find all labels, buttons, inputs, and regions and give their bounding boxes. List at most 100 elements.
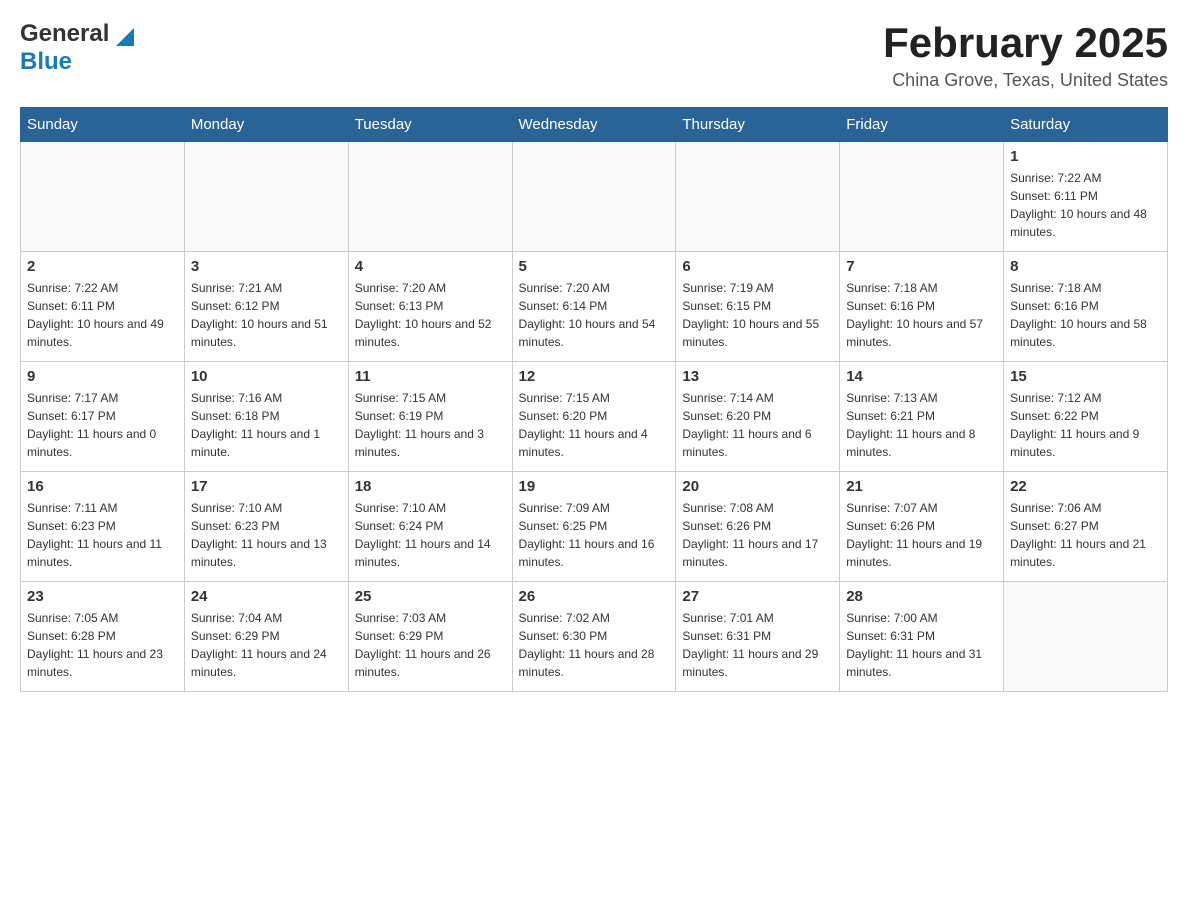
day-number: 3 xyxy=(191,258,342,275)
calendar-week-row: 2 Sunrise: 7:22 AMSunset: 6:11 PMDaylight… xyxy=(21,252,1168,362)
day-of-week-header: Tuesday xyxy=(348,108,512,142)
calendar-cell: 15 Sunrise: 7:12 AMSunset: 6:22 PMDayligh… xyxy=(1004,362,1168,472)
day-of-week-header: Wednesday xyxy=(512,108,676,142)
day-number: 11 xyxy=(355,368,506,385)
day-sun-info: Sunrise: 7:15 AMSunset: 6:20 PMDaylight:… xyxy=(519,389,670,461)
day-number: 23 xyxy=(27,588,178,605)
day-of-week-header: Friday xyxy=(840,108,1004,142)
logo-triangle-icon xyxy=(116,28,134,46)
day-number: 8 xyxy=(1010,258,1161,275)
day-sun-info: Sunrise: 7:13 AMSunset: 6:21 PMDaylight:… xyxy=(846,389,997,461)
location-subtitle: China Grove, Texas, United States xyxy=(883,70,1168,91)
calendar-cell: 22 Sunrise: 7:06 AMSunset: 6:27 PMDayligh… xyxy=(1004,472,1168,582)
day-sun-info: Sunrise: 7:10 AMSunset: 6:24 PMDaylight:… xyxy=(355,499,506,571)
calendar-cell: 1Sunrise: 7:22 AMSunset: 6:11 PMDaylight… xyxy=(1004,142,1168,252)
day-sun-info: Sunrise: 7:11 AMSunset: 6:23 PMDaylight:… xyxy=(27,499,178,571)
calendar-week-row: 23 Sunrise: 7:05 AMSunset: 6:28 PMDayligh… xyxy=(21,582,1168,692)
day-sun-info: Sunrise: 7:02 AMSunset: 6:30 PMDaylight:… xyxy=(519,609,670,681)
calendar-cell: 27 Sunrise: 7:01 AMSunset: 6:31 PMDayligh… xyxy=(676,582,840,692)
day-number: 4 xyxy=(355,258,506,275)
day-sun-info: Sunrise: 7:14 AMSunset: 6:20 PMDaylight:… xyxy=(682,389,833,461)
calendar-cell: 4 Sunrise: 7:20 AMSunset: 6:13 PMDaylight… xyxy=(348,252,512,362)
day-sun-info: Sunrise: 7:19 AMSunset: 6:15 PMDaylight:… xyxy=(682,279,833,351)
day-sun-info: Sunrise: 7:01 AMSunset: 6:31 PMDaylight:… xyxy=(682,609,833,681)
day-number: 20 xyxy=(682,478,833,495)
calendar-cell: 10 Sunrise: 7:16 AMSunset: 6:18 PMDayligh… xyxy=(184,362,348,472)
day-of-week-header: Sunday xyxy=(21,108,185,142)
day-sun-info: Sunrise: 7:20 AMSunset: 6:13 PMDaylight:… xyxy=(355,279,506,351)
day-sun-info: Sunrise: 7:04 AMSunset: 6:29 PMDaylight:… xyxy=(191,609,342,681)
calendar-cell: 3 Sunrise: 7:21 AMSunset: 6:12 PMDaylight… xyxy=(184,252,348,362)
logo-general-text: General xyxy=(20,20,109,47)
calendar-cell xyxy=(676,142,840,252)
day-sun-info: Sunrise: 7:21 AMSunset: 6:12 PMDaylight:… xyxy=(191,279,342,351)
calendar-header-row: SundayMondayTuesdayWednesdayThursdayFrid… xyxy=(21,108,1168,142)
day-number: 24 xyxy=(191,588,342,605)
day-number: 2 xyxy=(27,258,178,275)
calendar-cell: 12 Sunrise: 7:15 AMSunset: 6:20 PMDayligh… xyxy=(512,362,676,472)
day-sun-info: Sunrise: 7:00 AMSunset: 6:31 PMDaylight:… xyxy=(846,609,997,681)
calendar-cell: 28 Sunrise: 7:00 AMSunset: 6:31 PMDayligh… xyxy=(840,582,1004,692)
day-number: 17 xyxy=(191,478,342,495)
logo-blue-text: Blue xyxy=(20,48,72,75)
calendar-cell: 8 Sunrise: 7:18 AMSunset: 6:16 PMDaylight… xyxy=(1004,252,1168,362)
day-number: 12 xyxy=(519,368,670,385)
day-sun-info: Sunrise: 7:20 AMSunset: 6:14 PMDaylight:… xyxy=(519,279,670,351)
day-number: 5 xyxy=(519,258,670,275)
day-number: 9 xyxy=(27,368,178,385)
calendar-week-row: 1Sunrise: 7:22 AMSunset: 6:11 PMDaylight… xyxy=(21,142,1168,252)
day-number: 28 xyxy=(846,588,997,605)
day-number: 6 xyxy=(682,258,833,275)
calendar-cell: 17 Sunrise: 7:10 AMSunset: 6:23 PMDayligh… xyxy=(184,472,348,582)
calendar-cell: 7 Sunrise: 7:18 AMSunset: 6:16 PMDaylight… xyxy=(840,252,1004,362)
calendar-cell: 18 Sunrise: 7:10 AMSunset: 6:24 PMDayligh… xyxy=(348,472,512,582)
day-number: 13 xyxy=(682,368,833,385)
day-sun-info: Sunrise: 7:18 AMSunset: 6:16 PMDaylight:… xyxy=(846,279,997,351)
calendar-cell: 16 Sunrise: 7:11 AMSunset: 6:23 PMDayligh… xyxy=(21,472,185,582)
day-sun-info: Sunrise: 7:22 AMSunset: 6:11 PMDaylight:… xyxy=(27,279,178,351)
day-number: 10 xyxy=(191,368,342,385)
calendar-week-row: 9 Sunrise: 7:17 AMSunset: 6:17 PMDaylight… xyxy=(21,362,1168,472)
day-sun-info: Sunrise: 7:06 AMSunset: 6:27 PMDaylight:… xyxy=(1010,499,1161,571)
day-sun-info: Sunrise: 7:17 AMSunset: 6:17 PMDaylight:… xyxy=(27,389,178,461)
day-number: 15 xyxy=(1010,368,1161,385)
calendar-cell: 11Sunrise: 7:15 AMSunset: 6:19 PMDayligh… xyxy=(348,362,512,472)
day-of-week-header: Monday xyxy=(184,108,348,142)
calendar-cell xyxy=(21,142,185,252)
calendar-cell: 26 Sunrise: 7:02 AMSunset: 6:30 PMDayligh… xyxy=(512,582,676,692)
day-sun-info: Sunrise: 7:07 AMSunset: 6:26 PMDaylight:… xyxy=(846,499,997,571)
day-number: 7 xyxy=(846,258,997,275)
calendar-cell: 2 Sunrise: 7:22 AMSunset: 6:11 PMDaylight… xyxy=(21,252,185,362)
calendar-table: SundayMondayTuesdayWednesdayThursdayFrid… xyxy=(20,107,1168,692)
day-number: 14 xyxy=(846,368,997,385)
month-year-title: February 2025 xyxy=(883,20,1168,66)
day-sun-info: Sunrise: 7:10 AMSunset: 6:23 PMDaylight:… xyxy=(191,499,342,571)
day-of-week-header: Thursday xyxy=(676,108,840,142)
day-sun-info: Sunrise: 7:16 AMSunset: 6:18 PMDaylight:… xyxy=(191,389,342,461)
calendar-cell xyxy=(512,142,676,252)
day-number: 27 xyxy=(682,588,833,605)
calendar-cell: 21 Sunrise: 7:07 AMSunset: 6:26 PMDayligh… xyxy=(840,472,1004,582)
calendar-cell: 19Sunrise: 7:09 AMSunset: 6:25 PMDayligh… xyxy=(512,472,676,582)
day-number: 18 xyxy=(355,478,506,495)
day-sun-info: Sunrise: 7:18 AMSunset: 6:16 PMDaylight:… xyxy=(1010,279,1161,351)
day-number: 21 xyxy=(846,478,997,495)
day-number: 26 xyxy=(519,588,670,605)
calendar-cell: 13 Sunrise: 7:14 AMSunset: 6:20 PMDayligh… xyxy=(676,362,840,472)
day-sun-info: Sunrise: 7:09 AMSunset: 6:25 PMDaylight:… xyxy=(519,499,670,571)
day-sun-info: Sunrise: 7:12 AMSunset: 6:22 PMDaylight:… xyxy=(1010,389,1161,461)
day-of-week-header: Saturday xyxy=(1004,108,1168,142)
calendar-cell: 25Sunrise: 7:03 AMSunset: 6:29 PMDayligh… xyxy=(348,582,512,692)
day-number: 22 xyxy=(1010,478,1161,495)
day-sun-info: Sunrise: 7:05 AMSunset: 6:28 PMDaylight:… xyxy=(27,609,178,681)
logo: General Blue xyxy=(20,20,134,76)
calendar-cell xyxy=(1004,582,1168,692)
calendar-cell: 14 Sunrise: 7:13 AMSunset: 6:21 PMDayligh… xyxy=(840,362,1004,472)
day-sun-info: Sunrise: 7:03 AMSunset: 6:29 PMDaylight:… xyxy=(355,609,506,681)
calendar-cell: 20Sunrise: 7:08 AMSunset: 6:26 PMDayligh… xyxy=(676,472,840,582)
page-header: General Blue February 2025 China Grove, … xyxy=(20,20,1168,91)
calendar-cell: 6 Sunrise: 7:19 AMSunset: 6:15 PMDaylight… xyxy=(676,252,840,362)
day-number: 1 xyxy=(1010,148,1161,165)
calendar-cell: 23 Sunrise: 7:05 AMSunset: 6:28 PMDayligh… xyxy=(21,582,185,692)
day-number: 16 xyxy=(27,478,178,495)
